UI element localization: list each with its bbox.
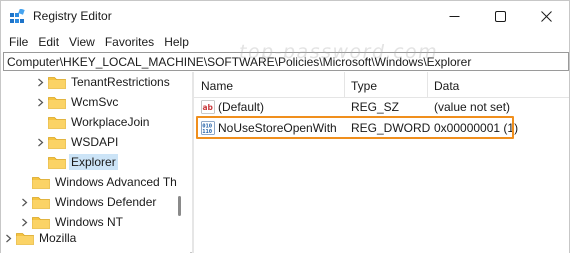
tree-item-mozilla[interactable]: Mozilla	[2, 228, 78, 248]
menu-view[interactable]: View	[65, 32, 101, 52]
expand-chevron-icon[interactable]	[2, 228, 14, 248]
expand-chevron-icon[interactable]	[34, 132, 46, 152]
column-header-type[interactable]: Type	[351, 79, 377, 93]
tree-item-label: Explorer	[69, 154, 118, 170]
registry-key-tree[interactable]: TenantRestrictions WcmSvc WorkplaceJoin …	[1, 72, 190, 253]
folder-icon	[16, 232, 34, 245]
tree-scrollbar-thumb[interactable]	[178, 196, 181, 216]
column-divider[interactable]	[427, 72, 428, 98]
tree-item-label: Windows Advanced Th	[55, 175, 177, 189]
list-header: Name Type Data	[194, 72, 569, 98]
tree-item-label: WcmSvc	[71, 95, 119, 109]
folder-icon	[32, 176, 50, 189]
chevron-placeholder	[18, 172, 30, 192]
address-bar[interactable]: Computer\HKEY_LOCAL_MACHINE\SOFTWARE\Pol…	[3, 52, 569, 71]
menu-help[interactable]: Help	[160, 32, 195, 52]
folder-icon	[48, 116, 66, 129]
expand-chevron-icon[interactable]	[34, 72, 46, 92]
tree-item-workplacejoin[interactable]: WorkplaceJoin	[34, 112, 151, 132]
close-button[interactable]	[523, 1, 569, 32]
tree-item-label: WSDAPI	[71, 135, 119, 149]
menu-bar: File Edit View Favorites Help	[1, 32, 569, 52]
svg-text:ab: ab	[203, 103, 214, 112]
folder-icon	[48, 76, 66, 89]
folder-icon	[48, 96, 66, 109]
tree-item-windows-defender[interactable]: Windows Defender	[18, 192, 158, 212]
value-type: REG_SZ	[351, 100, 400, 114]
maximize-icon	[494, 11, 506, 22]
expand-chevron-icon[interactable]	[18, 192, 30, 212]
folder-icon	[32, 216, 50, 229]
tree-item-explorer[interactable]: Explorer	[34, 152, 118, 172]
tree-item-label: WorkplaceJoin	[71, 115, 150, 129]
minimize-button[interactable]	[431, 1, 477, 32]
folder-icon	[32, 196, 50, 209]
tree-item-label: Windows Defender	[55, 195, 157, 209]
expand-chevron-icon[interactable]	[34, 92, 46, 112]
tree-item-windows-advanced-threat[interactable]: Windows Advanced Th	[18, 172, 179, 192]
value-row-default[interactable]: ab (Default) REG_SZ (value not set)	[194, 97, 569, 117]
window-title: Registry Editor	[33, 9, 112, 23]
registry-values-list[interactable]: Name Type Data ab (Default) REG_SZ (valu…	[194, 72, 569, 253]
column-header-name[interactable]: Name	[201, 79, 233, 93]
close-icon	[540, 11, 552, 22]
column-header-data[interactable]: Data	[434, 79, 459, 93]
menu-edit[interactable]: Edit	[34, 32, 65, 52]
menu-favorites[interactable]: Favorites	[101, 32, 160, 52]
column-divider[interactable]	[344, 72, 345, 98]
tree-item-label: Mozilla	[39, 231, 77, 245]
menu-file[interactable]: File	[5, 32, 34, 52]
folder-icon	[48, 156, 66, 169]
folder-icon	[48, 136, 66, 149]
maximize-button[interactable]	[477, 1, 523, 32]
chevron-placeholder	[34, 152, 46, 172]
title-bar[interactable]: Registry Editor	[1, 1, 569, 32]
value-data: (value not set)	[434, 100, 511, 114]
minimize-icon	[449, 16, 459, 17]
highlight-annotation-box	[196, 116, 514, 139]
value-name: (Default)	[218, 100, 265, 114]
tree-item-label: TenantRestrictions	[71, 75, 170, 89]
tree-item-wsdapi[interactable]: WSDAPI	[34, 132, 120, 152]
string-value-icon: ab	[201, 100, 215, 114]
chevron-placeholder	[34, 112, 46, 132]
tree-item-wcmsvc[interactable]: WcmSvc	[34, 92, 120, 112]
tree-item-tenantrestrictions[interactable]: TenantRestrictions	[34, 72, 172, 92]
registry-editor-app-icon	[10, 9, 25, 23]
registry-editor-window: Registry Editor File Edit View Favorites…	[0, 0, 570, 253]
address-path[interactable]: Computer\HKEY_LOCAL_MACHINE\SOFTWARE\Pol…	[7, 55, 471, 69]
